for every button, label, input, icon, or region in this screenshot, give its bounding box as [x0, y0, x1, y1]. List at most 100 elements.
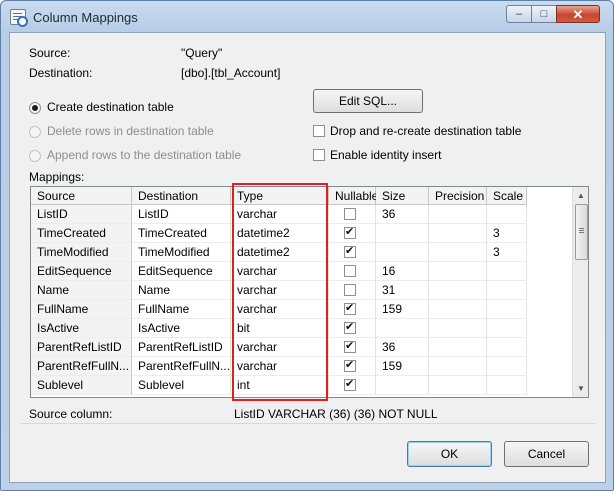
edit-sql-button[interactable]: Edit SQL...	[313, 89, 423, 113]
cell-source[interactable]: ParentRefListID	[31, 338, 132, 357]
cell-size[interactable]: 16	[376, 262, 429, 281]
vertical-scrollbar[interactable]: ▲ ▼	[572, 187, 588, 397]
cancel-button[interactable]: Cancel	[504, 441, 589, 467]
cell-nullable[interactable]	[329, 376, 376, 395]
nullable-checkbox[interactable]	[344, 320, 356, 334]
cell-precision[interactable]	[429, 338, 487, 357]
column-header-nullable[interactable]: Nullable	[329, 187, 378, 205]
cell-destination[interactable]: Sublevel	[132, 376, 231, 395]
cell-source[interactable]: EditSequence	[31, 262, 132, 281]
cell-destination[interactable]: Name	[132, 281, 231, 300]
cell-precision[interactable]	[429, 224, 487, 243]
cell-type[interactable]: varchar	[231, 357, 329, 376]
nullable-checkbox[interactable]	[344, 208, 356, 220]
cell-nullable[interactable]	[329, 300, 376, 319]
column-header-destination[interactable]: Destination	[132, 187, 231, 205]
nullable-checkbox[interactable]	[344, 377, 356, 391]
cell-size[interactable]	[376, 319, 429, 338]
cell-nullable[interactable]	[329, 205, 376, 224]
scroll-thumb[interactable]	[575, 204, 588, 260]
column-header-scale[interactable]: Scale	[487, 187, 527, 205]
column-header-precision[interactable]: Precision	[429, 187, 487, 205]
cell-destination[interactable]: FullName	[132, 300, 231, 319]
cell-precision[interactable]	[429, 281, 487, 300]
nullable-checkbox[interactable]	[344, 225, 356, 239]
cell-source[interactable]: FullName	[31, 300, 132, 319]
cell-source[interactable]: TimeCreated	[31, 224, 132, 243]
cell-source[interactable]: Sublevel	[31, 376, 132, 395]
cell-precision[interactable]	[429, 376, 487, 395]
cell-scale[interactable]	[487, 319, 527, 338]
cell-scale[interactable]	[487, 205, 527, 224]
ok-button[interactable]: OK	[407, 441, 492, 467]
cell-size[interactable]	[376, 243, 429, 262]
nullable-checkbox[interactable]	[344, 358, 356, 372]
cell-nullable[interactable]	[329, 357, 376, 376]
cell-size[interactable]: 36	[376, 338, 429, 357]
cell-size[interactable]: 31	[376, 281, 429, 300]
cell-size[interactable]: 159	[376, 357, 429, 376]
cell-nullable[interactable]	[329, 243, 376, 262]
column-header-size[interactable]: Size	[376, 187, 429, 205]
cell-nullable[interactable]	[329, 319, 376, 338]
cell-scale[interactable]	[487, 281, 527, 300]
drop-recreate-checkbox[interactable]	[313, 125, 325, 137]
cell-scale[interactable]	[487, 338, 527, 357]
cell-source[interactable]: IsActive	[31, 319, 132, 338]
cell-type[interactable]: varchar	[231, 338, 329, 357]
drop-recreate-label[interactable]: Drop and re-create destination table	[330, 124, 521, 138]
title-bar[interactable]: Column Mappings – □ ✕	[1, 1, 613, 31]
cell-nullable[interactable]	[329, 281, 376, 300]
scroll-down-arrow[interactable]: ▼	[573, 380, 588, 396]
cell-precision[interactable]	[429, 300, 487, 319]
cell-source[interactable]: Name	[31, 281, 132, 300]
cell-source[interactable]: ParentRefFullN...	[31, 357, 132, 376]
mappings-grid[interactable]: Source Destination Type Nullable Size Precisi…	[30, 186, 589, 398]
cell-destination[interactable]: ParentRefFullN...	[132, 357, 231, 376]
nullable-checkbox[interactable]	[344, 265, 356, 277]
cell-source[interactable]: TimeModified	[31, 243, 132, 262]
cell-destination[interactable]: ListID	[132, 205, 231, 224]
cell-precision[interactable]	[429, 205, 487, 224]
cell-scale[interactable]	[487, 300, 527, 319]
scroll-up-arrow[interactable]: ▲	[573, 187, 588, 203]
cell-size[interactable]: 36	[376, 205, 429, 224]
cell-type[interactable]: varchar	[231, 262, 329, 281]
cell-scale[interactable]: 3	[487, 243, 527, 262]
column-header-type[interactable]: Type	[231, 187, 329, 205]
create-table-label[interactable]: Create destination table	[47, 100, 174, 114]
cell-destination[interactable]: IsActive	[132, 319, 231, 338]
cell-scale[interactable]: 3	[487, 224, 527, 243]
nullable-checkbox[interactable]	[344, 244, 356, 258]
cell-nullable[interactable]	[329, 338, 376, 357]
cell-type[interactable]: varchar	[231, 205, 329, 224]
close-button[interactable]: ✕	[556, 5, 600, 23]
cell-type[interactable]: datetime2	[231, 243, 329, 262]
cell-type[interactable]: bit	[231, 319, 329, 338]
identity-insert-checkbox[interactable]	[313, 149, 325, 161]
cell-scale[interactable]	[487, 262, 527, 281]
cell-source[interactable]: ListID	[31, 205, 132, 224]
cell-precision[interactable]	[429, 319, 487, 338]
cell-scale[interactable]	[487, 357, 527, 376]
cell-destination[interactable]: TimeCreated	[132, 224, 231, 243]
cell-destination[interactable]: ParentRefListID	[132, 338, 231, 357]
cell-precision[interactable]	[429, 243, 487, 262]
cell-destination[interactable]: TimeModified	[132, 243, 231, 262]
cell-type[interactable]: int	[231, 376, 329, 395]
cell-size[interactable]	[376, 376, 429, 395]
cell-nullable[interactable]	[329, 224, 376, 243]
column-header-source[interactable]: Source	[31, 187, 132, 205]
cell-precision[interactable]	[429, 357, 487, 376]
cell-size[interactable]	[376, 224, 429, 243]
cell-scale[interactable]	[487, 376, 527, 395]
cell-type[interactable]: varchar	[231, 281, 329, 300]
cell-size[interactable]: 159	[376, 300, 429, 319]
minimize-button[interactable]: –	[506, 5, 532, 23]
cell-destination[interactable]: EditSequence	[132, 262, 231, 281]
create-table-radio[interactable]	[29, 102, 41, 114]
cell-type[interactable]: varchar	[231, 300, 329, 319]
cell-precision[interactable]	[429, 262, 487, 281]
cell-nullable[interactable]	[329, 262, 376, 281]
nullable-checkbox[interactable]	[344, 301, 356, 315]
